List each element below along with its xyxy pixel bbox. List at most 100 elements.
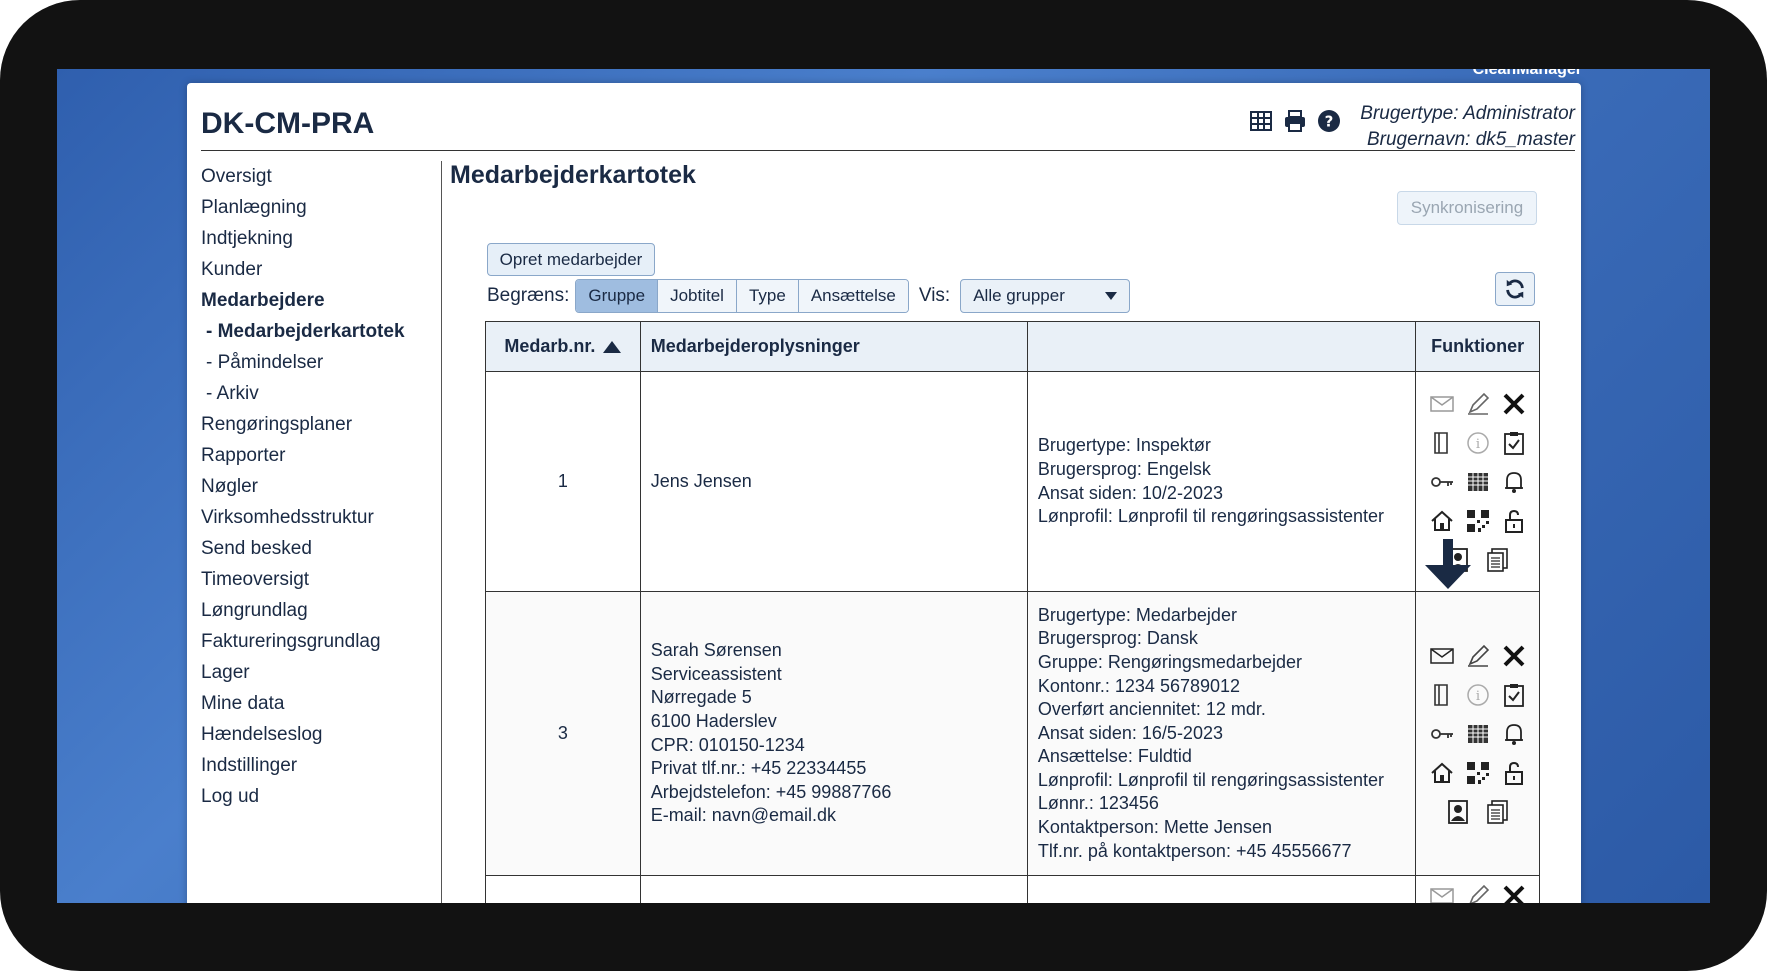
detail-line: Kontaktperson: Mette Jensen	[1037, 817, 1272, 838]
help-icon[interactable]: ?	[1317, 109, 1341, 133]
filter-type[interactable]: Type	[736, 280, 799, 312]
header-medarb-nr-label: Medarb.nr.	[504, 336, 596, 356]
sidebar-item-kunder[interactable]: Kunder	[201, 254, 441, 285]
edit-icon[interactable]	[1462, 876, 1494, 903]
document-icon[interactable]	[1426, 675, 1458, 714]
info-line: 6100 Haderslev	[650, 710, 777, 731]
header-info: Medarbejderoplysninger	[640, 322, 1028, 371]
sidebar-item-mine-data[interactable]: Mine data	[201, 688, 441, 719]
detail-line: Ansættelse: Fuldtid	[1037, 746, 1192, 767]
employee-info: Jens Jensen	[641, 372, 1028, 591]
sidebar-item-faktureringsgrundlag[interactable]: Faktureringsgrundlag	[201, 626, 441, 657]
employee-details: Brugertype: Medarbejder Brugersprog: Dan…	[1028, 592, 1416, 875]
filter-jobtitel[interactable]: Jobtitel	[658, 280, 737, 312]
create-employee-button[interactable]: Opret medarbejder	[487, 243, 655, 276]
refresh-button[interactable]	[1495, 272, 1535, 306]
device-frame: CleanManager DK-CM-PRA ? Brugertype: Adm…	[0, 0, 1767, 971]
sidebar-item-medarbejdere[interactable]: Medarbejdere	[201, 285, 441, 316]
unlock-icon[interactable]	[1498, 501, 1530, 540]
edit-icon[interactable]	[1462, 384, 1494, 423]
bell-icon[interactable]	[1498, 462, 1530, 501]
sidebar-item-arkiv[interactable]: - Arkiv	[201, 378, 441, 409]
svg-text:?: ?	[1325, 113, 1334, 131]
table-row: 3 Sarah Sørensen Serviceassistent Nørreg…	[486, 592, 1539, 876]
delete-icon[interactable]	[1498, 636, 1530, 675]
sidebar-item-oversigt[interactable]: Oversigt	[201, 161, 441, 192]
documents-icon[interactable]	[1482, 540, 1514, 579]
page-title: Medarbejderkartotek	[450, 161, 696, 189]
home-icon[interactable]	[1426, 501, 1458, 540]
checklist-icon[interactable]	[1498, 423, 1530, 462]
detail-line: Tlf.nr. på kontaktperson: +45 45556677	[1037, 840, 1352, 861]
unlock-icon[interactable]	[1498, 753, 1530, 792]
delete-icon[interactable]	[1498, 384, 1530, 423]
sidebar-item-send-besked[interactable]: Send besked	[201, 533, 441, 564]
app-title: DK-CM-PRA	[201, 107, 375, 140]
info-line: Serviceassistent	[650, 663, 782, 684]
id-card-icon[interactable]	[1442, 792, 1474, 831]
sidebar-item-nogler[interactable]: Nøgler	[201, 471, 441, 502]
sync-button[interactable]: Synkronisering	[1397, 191, 1537, 225]
top-icons: ?	[1249, 109, 1341, 133]
qr-code-icon[interactable]	[1462, 753, 1494, 792]
detail-line: Gruppe: Rengøringsmedarbejder	[1037, 651, 1302, 672]
key-icon[interactable]	[1426, 714, 1458, 753]
sidebar-item-indstillinger[interactable]: Indstillinger	[201, 750, 441, 781]
app-window: DK-CM-PRA ? Brugertype: Administrator Br…	[187, 83, 1581, 903]
table-icon[interactable]	[1249, 109, 1273, 133]
key-icon[interactable]	[1426, 462, 1458, 501]
sidebar-item-rapporter[interactable]: Rapporter	[201, 440, 441, 471]
main-content: Medarbejderkartotek Synkronisering Opret…	[450, 159, 1575, 903]
info-icon[interactable]: i	[1462, 675, 1494, 714]
detail-line: Ansat siden: 16/5-2023	[1037, 722, 1223, 743]
table-row: 1 Jens Jensen Brugertype: Inspektør Brug…	[486, 372, 1539, 592]
sidebar-divider	[441, 161, 442, 903]
info-icon[interactable]: i	[1462, 423, 1494, 462]
filter-gruppe[interactable]: Gruppe	[576, 280, 659, 312]
print-icon[interactable]	[1283, 109, 1307, 133]
delete-icon[interactable]	[1498, 876, 1530, 903]
info-line: Privat tlf.nr.: +45 22334455	[650, 758, 867, 779]
calendar-icon[interactable]	[1462, 714, 1494, 753]
sidebar-item-timeoversigt[interactable]: Timeoversigt	[201, 564, 441, 595]
home-icon[interactable]	[1426, 753, 1458, 792]
employee-details	[1028, 876, 1416, 903]
sidebar-item-log-ud[interactable]: Log ud	[201, 781, 441, 812]
function-icons: i	[1416, 592, 1539, 875]
employee-table: Medarb.nr. Medarbejderoplysninger Funkti…	[485, 321, 1540, 903]
sidebar-item-lon-grundlag[interactable]: Løngrundlag	[201, 595, 441, 626]
user-info: Brugertype: Administrator Brugernavn: dk…	[1360, 101, 1575, 153]
qr-code-icon[interactable]	[1462, 501, 1494, 540]
sidebar-item-planlaegning[interactable]: Planlægning	[201, 192, 441, 223]
group-select[interactable]: Alle grupper	[960, 279, 1131, 313]
filter-ansaettelse[interactable]: Ansættelse	[798, 280, 908, 312]
svg-text:i: i	[1475, 689, 1479, 704]
table-header: Medarb.nr. Medarbejderoplysninger Funkti…	[486, 322, 1539, 372]
edit-icon[interactable]	[1462, 636, 1494, 675]
calendar-icon[interactable]	[1462, 462, 1494, 501]
employee-number	[486, 876, 641, 903]
bell-icon[interactable]	[1498, 714, 1530, 753]
sidebar-item-pamindelser[interactable]: - Påmindelser	[201, 347, 441, 378]
sidebar-nav: Oversigt Planlægning Indtjekning Kunder …	[201, 161, 441, 812]
table-row	[486, 876, 1539, 903]
sidebar-item-rengoringsplaner[interactable]: Rengøringsplaner	[201, 409, 441, 440]
desktop-screen: CleanManager DK-CM-PRA ? Brugertype: Adm…	[57, 69, 1710, 903]
mail-icon[interactable]	[1426, 636, 1458, 675]
header-medarb-nr[interactable]: Medarb.nr.	[486, 322, 641, 371]
employee-info: Sarah Sørensen Serviceassistent Nørregad…	[641, 592, 1028, 875]
documents-icon[interactable]	[1482, 792, 1514, 831]
sidebar-item-indtjekning[interactable]: Indtjekning	[201, 223, 441, 254]
document-icon[interactable]	[1426, 423, 1458, 462]
sidebar-item-lager[interactable]: Lager	[201, 657, 441, 688]
mail-icon[interactable]	[1426, 876, 1458, 903]
filter-segmented-control: Gruppe Jobtitel Type Ansættelse	[575, 279, 909, 313]
vis-label: Vis:	[918, 285, 951, 306]
sidebar-item-medarbejderkartotek[interactable]: - Medarbejderkartotek	[201, 316, 441, 347]
detail-line: Ansat siden: 10/2-2023	[1037, 482, 1223, 503]
sidebar-item-haendelseslog[interactable]: Hændelseslog	[201, 719, 441, 750]
header-funktioner: Funktioner	[1416, 322, 1539, 371]
checklist-icon[interactable]	[1498, 675, 1530, 714]
mail-icon[interactable]	[1426, 384, 1458, 423]
sidebar-item-virksomhedsstruktur[interactable]: Virksomhedsstruktur	[201, 502, 441, 533]
